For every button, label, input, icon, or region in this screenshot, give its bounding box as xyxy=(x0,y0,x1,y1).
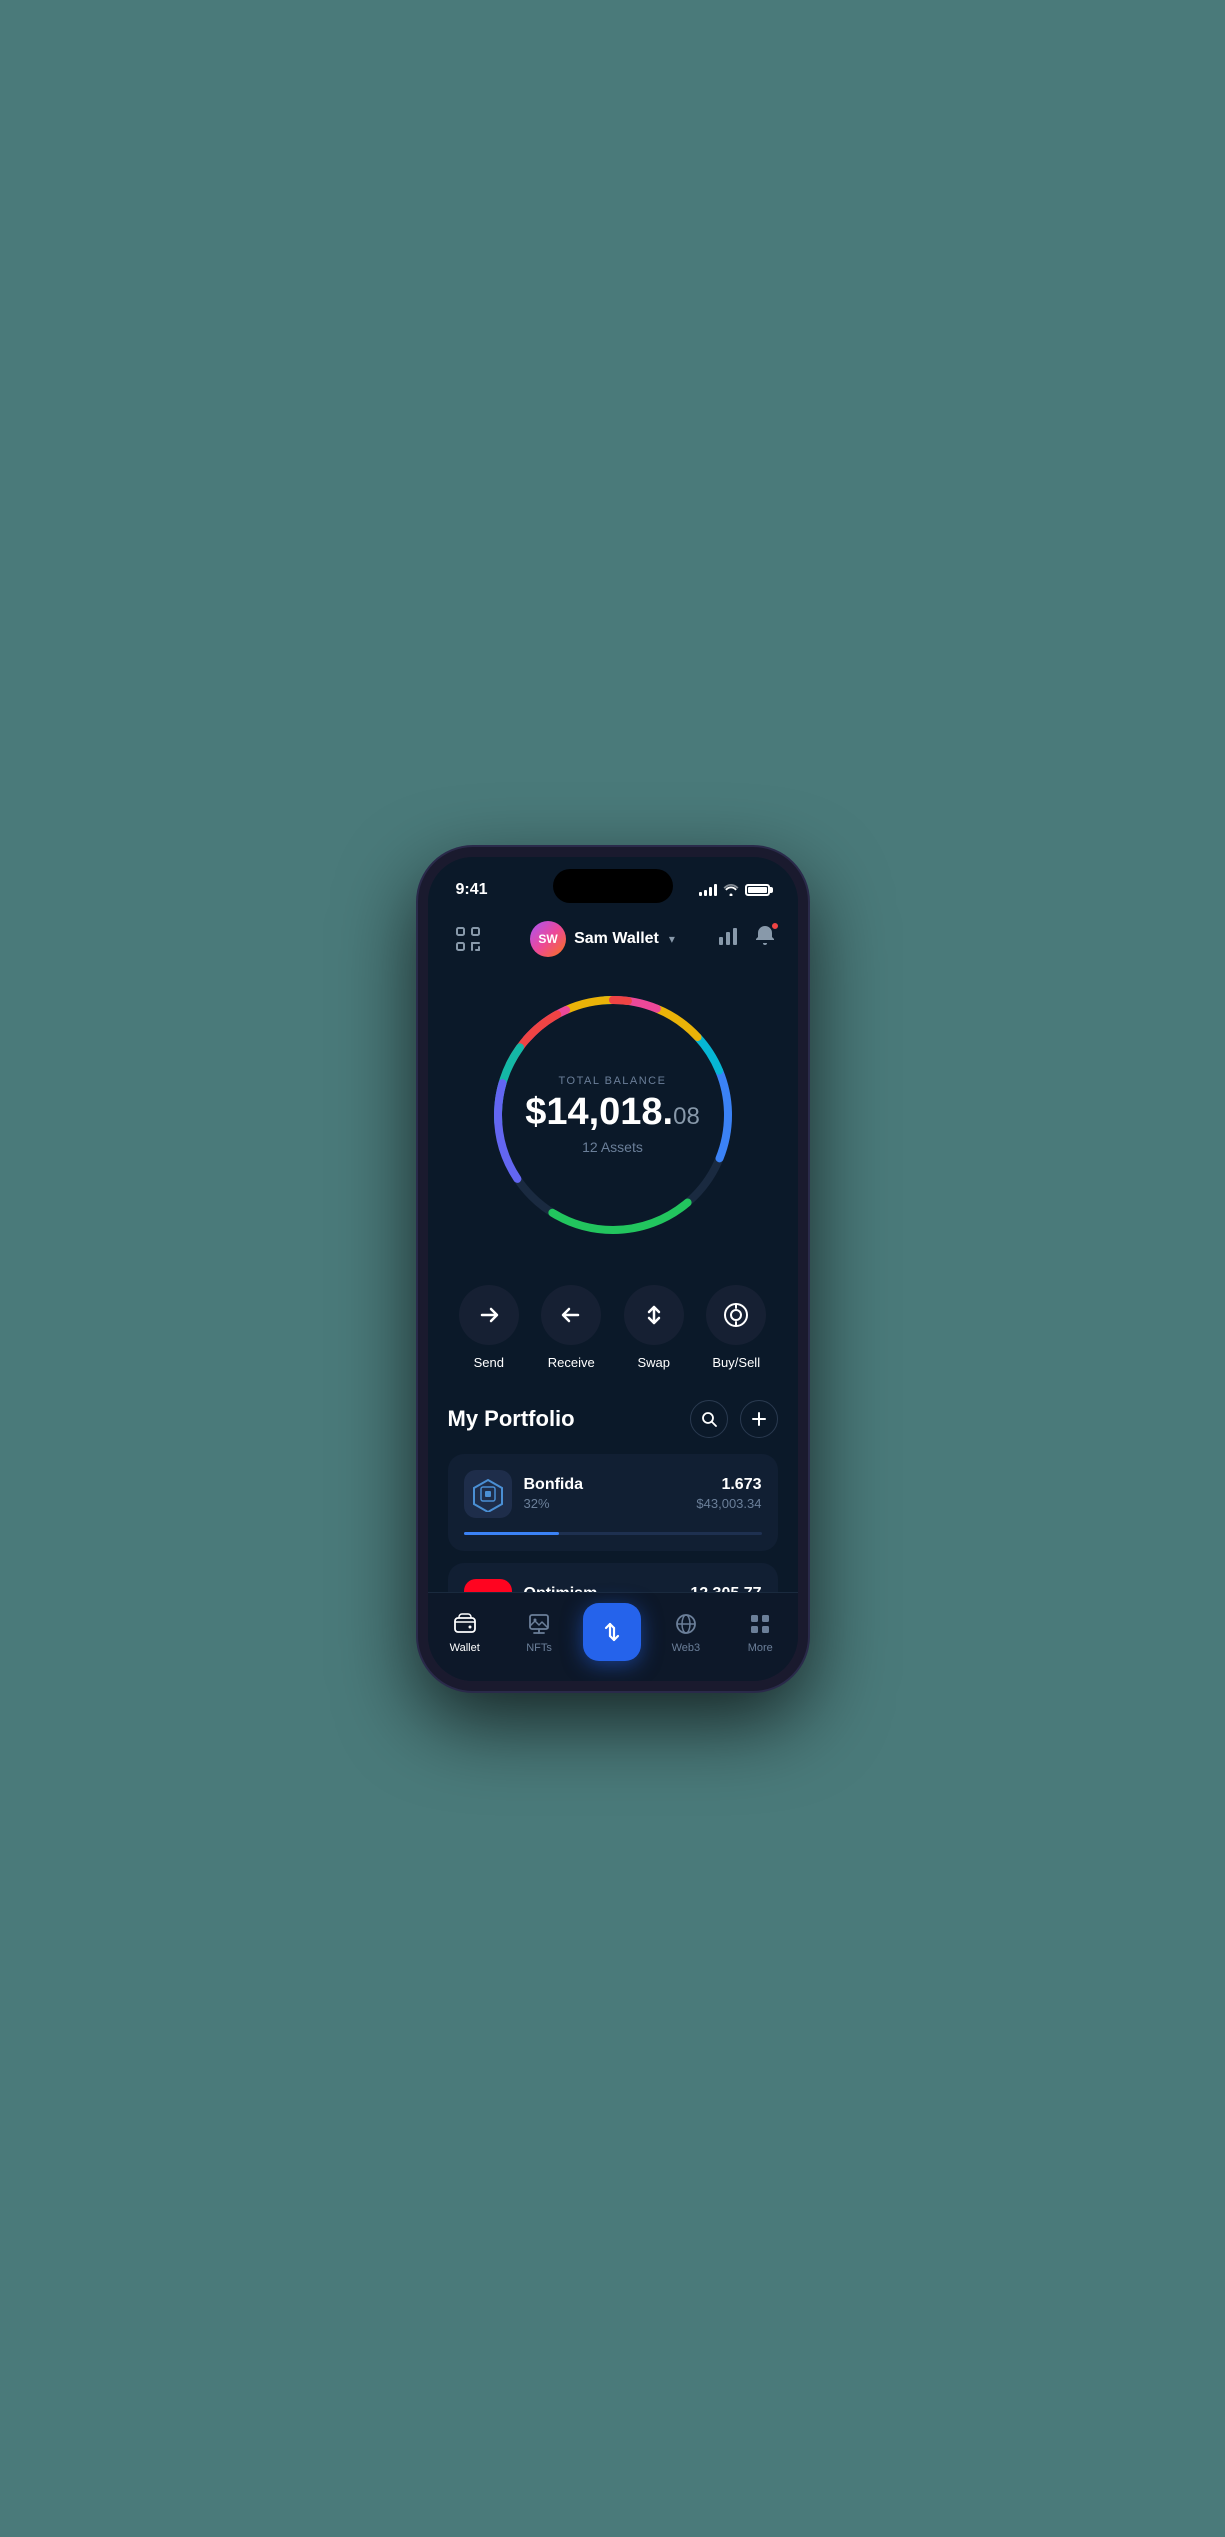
balance-ring: TOTAL BALANCE $14,018.08 12 Assets xyxy=(483,985,743,1245)
add-asset-button[interactable] xyxy=(740,1400,778,1438)
bottom-nav: Wallet NFTs xyxy=(428,1592,798,1681)
send-button[interactable]: Send xyxy=(459,1285,519,1370)
more-label: More xyxy=(748,1642,773,1654)
swap-button[interactable]: Swap xyxy=(624,1285,684,1370)
optimism-logo: OP xyxy=(464,1579,512,1592)
action-buttons: Send Receive Swap xyxy=(428,1265,798,1380)
receive-icon-circle xyxy=(541,1285,601,1345)
asset-card-optimism[interactable]: OP Optimism 31% 12,305.77 $42,149.56 xyxy=(448,1563,778,1592)
asset-card-bonfida[interactable]: Bonfida 32% 1.673 $43,003.34 xyxy=(448,1454,778,1551)
web3-label: Web3 xyxy=(672,1642,701,1654)
bonfida-name: Bonfida xyxy=(524,1476,685,1494)
ring-center: TOTAL BALANCE $14,018.08 12 Assets xyxy=(525,1075,700,1155)
bonfida-amount: 1.673 xyxy=(696,1476,761,1494)
nav-center-action[interactable] xyxy=(583,1603,641,1661)
chart-icon[interactable] xyxy=(717,925,739,953)
screen: 9:41 xyxy=(428,857,798,1592)
status-icons xyxy=(699,884,770,896)
dynamic-island xyxy=(553,869,673,903)
wallet-icon xyxy=(451,1610,479,1638)
bonfida-usd: $43,003.34 xyxy=(696,1496,761,1511)
notifications-button[interactable] xyxy=(753,924,777,953)
bonfida-logo xyxy=(464,1470,512,1518)
receive-button[interactable]: Receive xyxy=(541,1285,601,1370)
scan-icon[interactable] xyxy=(448,919,488,959)
center-swap-icon xyxy=(598,1618,626,1646)
balance-label: TOTAL BALANCE xyxy=(525,1075,700,1087)
bonfida-progress-fill xyxy=(464,1532,559,1535)
chevron-down-icon: ▾ xyxy=(669,932,675,946)
bonfida-progress-bar xyxy=(464,1532,762,1535)
bonfida-percent: 32% xyxy=(524,1496,685,1511)
more-icon xyxy=(746,1610,774,1638)
send-icon-circle xyxy=(459,1285,519,1345)
nav-wallet[interactable]: Wallet xyxy=(435,1610,495,1654)
buysell-label: Buy/Sell xyxy=(712,1355,760,1370)
bonfida-info: Bonfida 32% xyxy=(524,1476,685,1511)
header-actions xyxy=(717,924,777,953)
portfolio-actions xyxy=(690,1400,778,1438)
asset-row: Bonfida 32% 1.673 $43,003.34 xyxy=(464,1470,762,1518)
user-selector[interactable]: SW Sam Wallet ▾ xyxy=(530,921,675,957)
buysell-icon-circle xyxy=(706,1285,766,1345)
nav-web3[interactable]: Web3 xyxy=(656,1610,716,1654)
asset-count: 12 Assets xyxy=(525,1139,700,1155)
user-name: Sam Wallet xyxy=(574,930,659,948)
buysell-button[interactable]: Buy/Sell xyxy=(706,1285,766,1370)
bonfida-values: 1.673 $43,003.34 xyxy=(696,1476,761,1511)
signal-icon xyxy=(699,884,717,896)
web3-icon xyxy=(672,1610,700,1638)
notification-badge xyxy=(770,921,780,931)
swap-icon-circle xyxy=(624,1285,684,1345)
search-button[interactable] xyxy=(690,1400,728,1438)
nfts-label: NFTs xyxy=(526,1642,552,1654)
header: SW Sam Wallet ▾ xyxy=(428,909,798,975)
nav-more[interactable]: More xyxy=(730,1610,790,1654)
portfolio-section: My Portfolio xyxy=(428,1380,798,1592)
portfolio-header: My Portfolio xyxy=(448,1400,778,1438)
battery-icon xyxy=(745,884,770,896)
phone-shell: 9:41 xyxy=(418,847,808,1691)
wallet-label: Wallet xyxy=(450,1642,480,1654)
balance-amount: $14,018.08 xyxy=(525,1093,700,1131)
nav-nfts[interactable]: NFTs xyxy=(509,1610,569,1654)
receive-label: Receive xyxy=(548,1355,595,1370)
avatar: SW xyxy=(530,921,566,957)
swap-label: Swap xyxy=(637,1355,670,1370)
portfolio-title: My Portfolio xyxy=(448,1406,575,1432)
status-time: 9:41 xyxy=(456,881,488,899)
wifi-icon xyxy=(723,884,739,896)
balance-section: TOTAL BALANCE $14,018.08 12 Assets xyxy=(428,975,798,1265)
send-label: Send xyxy=(474,1355,504,1370)
asset-row: OP Optimism 31% 12,305.77 $42,149.56 xyxy=(464,1579,762,1592)
nft-icon xyxy=(525,1610,553,1638)
